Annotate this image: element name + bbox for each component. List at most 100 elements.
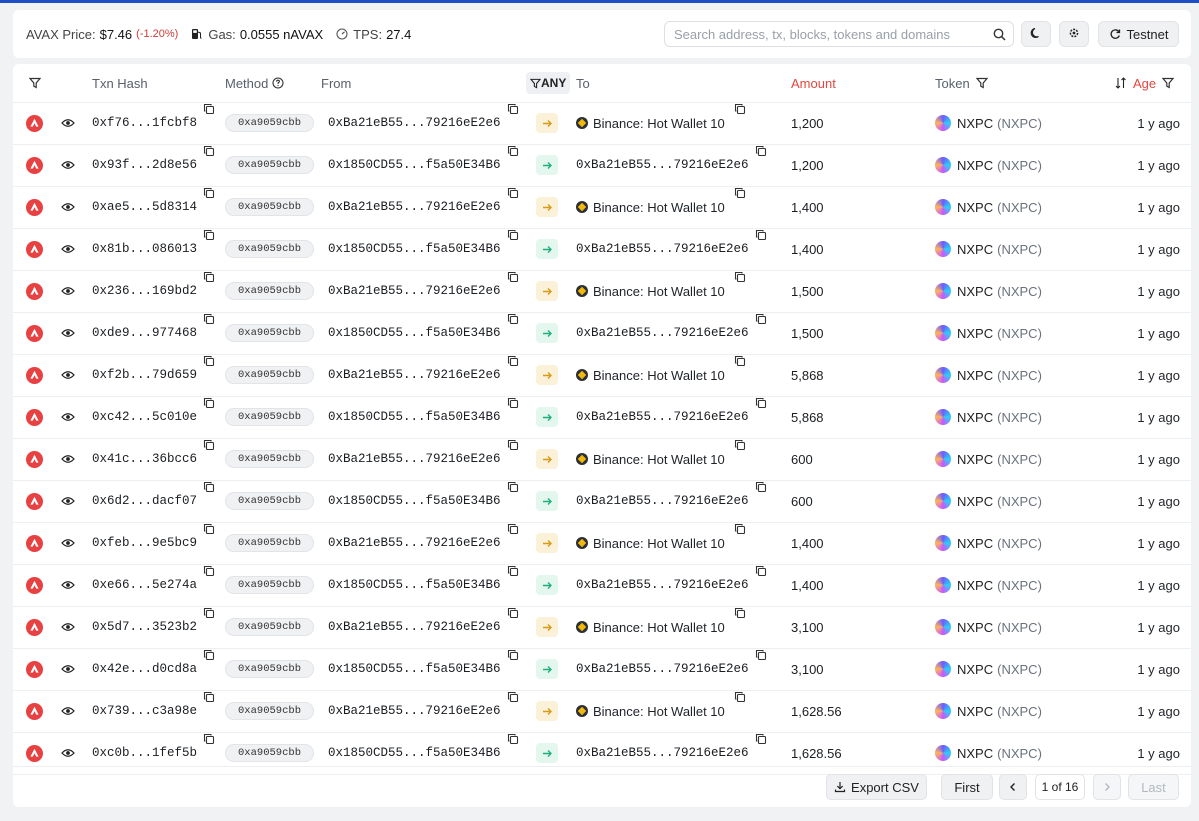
copy-icon[interactable]: [754, 228, 768, 242]
copy-icon[interactable]: [202, 690, 216, 704]
table-row[interactable]: 0xfeb...9e5bc9 0xa9059cbb 0xBa21eB55...792…: [13, 522, 1191, 565]
to-address[interactable]: 0xBa21eB55...79216eE2e6: [576, 746, 749, 760]
copy-icon[interactable]: [733, 522, 747, 536]
copy-icon[interactable]: [202, 270, 216, 284]
copy-icon[interactable]: [506, 186, 520, 200]
direction-filter-any[interactable]: ANY: [526, 72, 571, 94]
copy-icon[interactable]: [754, 144, 768, 158]
eye-icon[interactable]: [61, 480, 75, 522]
testnet-button[interactable]: Testnet: [1098, 21, 1179, 47]
copy-icon[interactable]: [506, 480, 520, 494]
copy-icon[interactable]: [733, 186, 747, 200]
table-row[interactable]: 0x41c...36bcc6 0xa9059cbb 0xBa21eB55...792…: [13, 438, 1191, 481]
copy-icon[interactable]: [506, 690, 520, 704]
settings-button[interactable]: [1059, 21, 1089, 47]
token-cell[interactable]: NXPC (NXPC): [935, 144, 1042, 186]
eye-icon[interactable]: [61, 312, 75, 354]
col-age-label[interactable]: Age: [1133, 76, 1156, 91]
copy-icon[interactable]: [506, 312, 520, 326]
copy-icon[interactable]: [202, 396, 216, 410]
dark-mode-button[interactable]: [1021, 21, 1051, 47]
table-row[interactable]: 0x6d2...dacf07 0xa9059cbb 0x1850CD55...f5a…: [13, 480, 1191, 523]
token-cell[interactable]: NXPC (NXPC): [935, 690, 1042, 732]
copy-icon[interactable]: [754, 396, 768, 410]
to-label[interactable]: Binance: Hot Wallet 10: [593, 368, 725, 383]
token-cell[interactable]: NXPC (NXPC): [935, 228, 1042, 270]
copy-icon[interactable]: [506, 606, 520, 620]
copy-icon[interactable]: [506, 522, 520, 536]
txn-hash[interactable]: 0x739...c3a98e: [92, 690, 197, 732]
table-row[interactable]: 0x739...c3a98e 0xa9059cbb 0xBa21eB55...792…: [13, 690, 1191, 733]
table-row[interactable]: 0x5d7...3523b2 0xa9059cbb 0xBa21eB55...792…: [13, 606, 1191, 649]
txn-hash[interactable]: 0x81b...086013: [92, 228, 197, 270]
to-address[interactable]: 0xBa21eB55...79216eE2e6: [576, 578, 749, 592]
copy-icon[interactable]: [506, 564, 520, 578]
txn-hash[interactable]: 0xf76...1fcbf8: [92, 102, 197, 144]
copy-icon[interactable]: [506, 270, 520, 284]
txn-hash[interactable]: 0x41c...36bcc6: [92, 438, 197, 480]
copy-icon[interactable]: [202, 228, 216, 242]
from-address[interactable]: 0x1850CD55...f5a50E34B6: [328, 480, 501, 522]
copy-icon[interactable]: [202, 312, 216, 326]
token-cell[interactable]: NXPC (NXPC): [935, 522, 1042, 564]
to-address[interactable]: 0xBa21eB55...79216eE2e6: [576, 494, 749, 508]
copy-icon[interactable]: [202, 522, 216, 536]
prev-page-button[interactable]: [999, 774, 1027, 800]
copy-icon[interactable]: [754, 312, 768, 326]
from-address[interactable]: 0x1850CD55...f5a50E34B6: [328, 312, 501, 354]
to-address[interactable]: 0xBa21eB55...79216eE2e6: [576, 242, 749, 256]
eye-icon[interactable]: [61, 186, 75, 228]
to-label[interactable]: Binance: Hot Wallet 10: [593, 200, 725, 215]
to-label[interactable]: Binance: Hot Wallet 10: [593, 536, 725, 551]
help-icon[interactable]: [272, 77, 284, 89]
eye-icon[interactable]: [61, 270, 75, 312]
table-row[interactable]: 0xf76...1fcbf8 0xa9059cbb 0xBa21eB55...792…: [13, 102, 1191, 145]
token-cell[interactable]: NXPC (NXPC): [935, 606, 1042, 648]
copy-icon[interactable]: [506, 354, 520, 368]
to-address[interactable]: 0xBa21eB55...79216eE2e6: [576, 326, 749, 340]
to-address[interactable]: 0xBa21eB55...79216eE2e6: [576, 662, 749, 676]
copy-icon[interactable]: [202, 648, 216, 662]
txn-hash[interactable]: 0x5d7...3523b2: [92, 606, 197, 648]
eye-icon[interactable]: [61, 690, 75, 732]
copy-icon[interactable]: [202, 102, 216, 116]
token-cell[interactable]: NXPC (NXPC): [935, 102, 1042, 144]
last-page-button[interactable]: Last: [1128, 774, 1179, 800]
copy-icon[interactable]: [202, 186, 216, 200]
txn-hash[interactable]: 0xc42...5c010e: [92, 396, 197, 438]
from-address[interactable]: 0x1850CD55...f5a50E34B6: [328, 228, 501, 270]
token-cell[interactable]: NXPC (NXPC): [935, 354, 1042, 396]
row-filter-icon[interactable]: [23, 71, 47, 95]
next-page-button[interactable]: [1093, 774, 1121, 800]
copy-icon[interactable]: [754, 732, 768, 746]
to-address[interactable]: 0xBa21eB55...79216eE2e6: [576, 158, 749, 172]
search-input[interactable]: Search address, tx, blocks, tokens and d…: [664, 21, 1014, 47]
copy-icon[interactable]: [733, 270, 747, 284]
copy-icon[interactable]: [202, 438, 216, 452]
eye-icon[interactable]: [61, 228, 75, 270]
from-address[interactable]: 0x1850CD55...f5a50E34B6: [328, 144, 501, 186]
copy-icon[interactable]: [754, 648, 768, 662]
copy-icon[interactable]: [506, 648, 520, 662]
table-row[interactable]: 0x93f...2d8e56 0xa9059cbb 0x1850CD55...f5a…: [13, 144, 1191, 187]
eye-icon[interactable]: [61, 648, 75, 690]
txn-hash[interactable]: 0xfeb...9e5bc9: [92, 522, 197, 564]
eye-icon[interactable]: [61, 396, 75, 438]
table-row[interactable]: 0x81b...086013 0xa9059cbb 0x1850CD55...f5a…: [13, 228, 1191, 271]
token-cell[interactable]: NXPC (NXPC): [935, 438, 1042, 480]
from-address[interactable]: 0x1850CD55...f5a50E34B6: [328, 564, 501, 606]
from-address[interactable]: 0xBa21eB55...79216eE2e6: [328, 102, 501, 144]
table-row[interactable]: 0xae5...5d8314 0xa9059cbb 0xBa21eB55...792…: [13, 186, 1191, 229]
table-row[interactable]: 0xde9...977468 0xa9059cbb 0x1850CD55...f5a…: [13, 312, 1191, 355]
first-page-button[interactable]: First: [941, 774, 993, 800]
copy-icon[interactable]: [733, 354, 747, 368]
copy-icon[interactable]: [506, 732, 520, 746]
from-address[interactable]: 0x1850CD55...f5a50E34B6: [328, 396, 501, 438]
eye-icon[interactable]: [61, 438, 75, 480]
to-label[interactable]: Binance: Hot Wallet 10: [593, 704, 725, 719]
copy-icon[interactable]: [733, 438, 747, 452]
token-cell[interactable]: NXPC (NXPC): [935, 186, 1042, 228]
age-filter-icon[interactable]: [1162, 77, 1175, 89]
to-label[interactable]: Binance: Hot Wallet 10: [593, 620, 725, 635]
txn-hash[interactable]: 0x236...169bd2: [92, 270, 197, 312]
